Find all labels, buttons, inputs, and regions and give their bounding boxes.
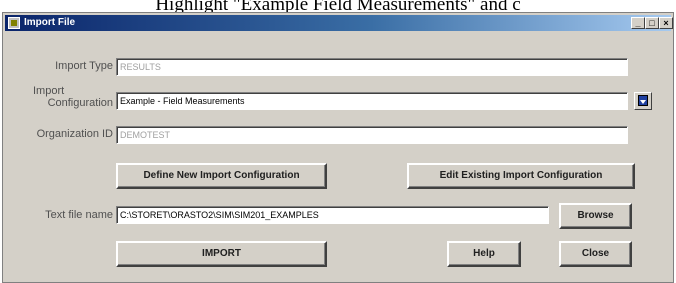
import-configuration-field[interactable]: Example - Field Measurements xyxy=(116,92,628,110)
import-file-window: Import File _ □ × Import Type RESULTS Im… xyxy=(2,12,674,283)
define-new-import-configuration-button[interactable]: Define New Import Configuration xyxy=(116,163,327,189)
close-window-button[interactable]: × xyxy=(659,17,673,29)
edit-existing-import-configuration-button[interactable]: Edit Existing Import Configuration xyxy=(407,163,635,189)
title-bar[interactable]: Import File _ □ × xyxy=(5,15,673,31)
text-file-name-field[interactable]: C:\STORET\ORASTO2\SIM\SIM201_EXAMPLES xyxy=(116,206,549,224)
import-type-field[interactable]: RESULTS xyxy=(116,58,628,76)
minimize-button[interactable]: _ xyxy=(631,17,645,29)
dropdown-arrow-icon xyxy=(638,95,648,106)
import-configuration-label-line2: Configuration xyxy=(47,97,113,109)
organization-id-field[interactable]: DEMOTEST xyxy=(116,126,628,144)
close-button[interactable]: Close xyxy=(559,241,632,267)
import-configuration-dropdown-button[interactable] xyxy=(634,92,652,110)
maximize-button[interactable]: □ xyxy=(645,17,659,29)
text-file-name-label: Text file name xyxy=(45,209,113,221)
organization-id-label: Organization ID xyxy=(36,128,113,140)
window-title: Import File xyxy=(24,17,76,28)
browse-button[interactable]: Browse xyxy=(559,203,632,229)
app-icon xyxy=(8,17,20,29)
import-type-label: Import Type xyxy=(55,60,113,72)
help-button[interactable]: Help xyxy=(447,241,521,267)
import-button[interactable]: IMPORT xyxy=(116,241,327,267)
import-configuration-label-line1: Import xyxy=(33,85,65,97)
